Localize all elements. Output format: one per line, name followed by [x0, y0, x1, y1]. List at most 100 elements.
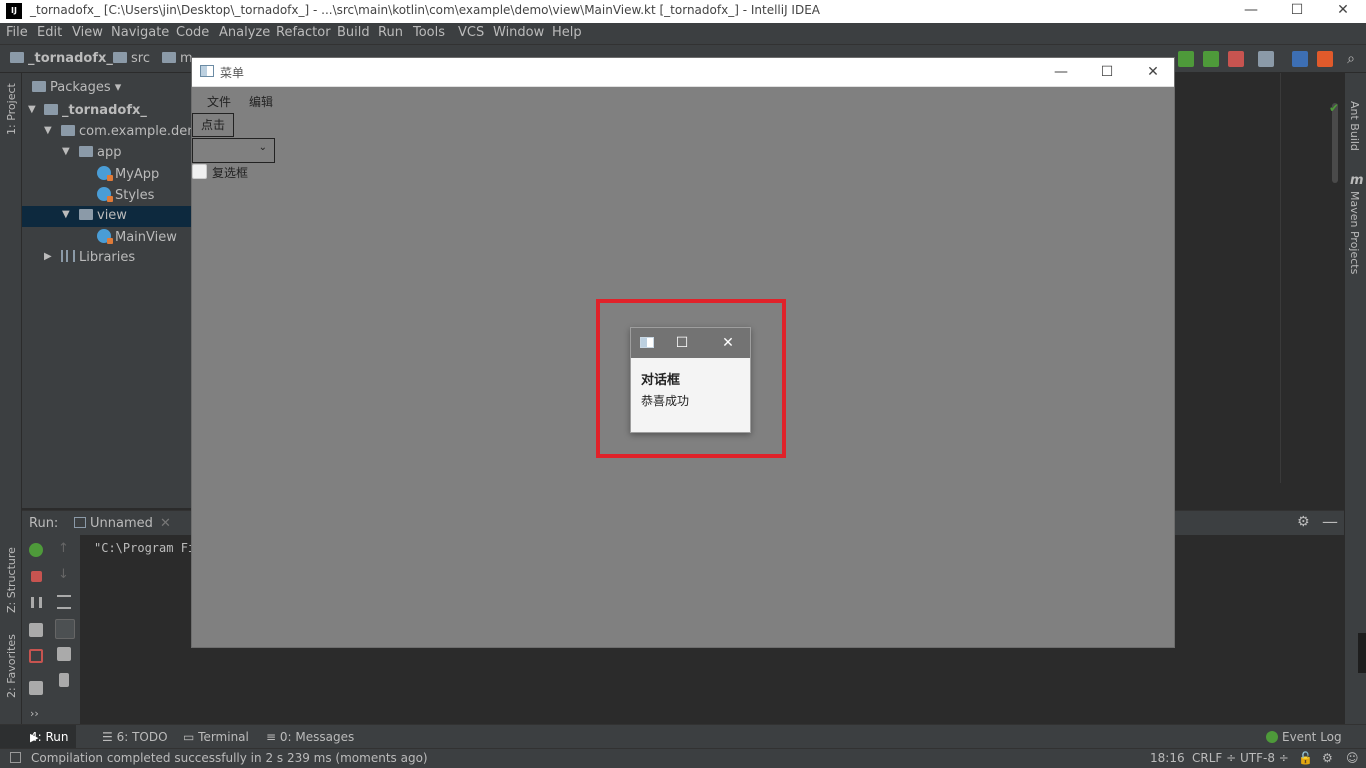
stop-run-icon[interactable]: [31, 571, 42, 582]
inspector-icon[interactable]: ☺: [1346, 751, 1359, 765]
tool-button-terminal[interactable]: ▭ Terminal: [183, 730, 249, 744]
down-arrow-icon[interactable]: ↓: [58, 567, 69, 582]
breadcrumb-main[interactable]: m: [162, 51, 193, 66]
layout-icon[interactable]: [29, 681, 43, 695]
dialog-close-button[interactable]: ✕: [716, 332, 740, 354]
menu-build[interactable]: Build: [337, 25, 370, 40]
status-message[interactable]: Compilation completed successfully in 2 …: [31, 751, 428, 765]
expand-arrow-icon[interactable]: ▼: [62, 146, 70, 157]
app-combo-box[interactable]: ⌄: [192, 138, 275, 163]
tab-favorites[interactable]: 2: Favorites: [5, 634, 18, 698]
dump-threads-icon[interactable]: [29, 623, 43, 637]
run-tab-unnamed[interactable]: Unnamed ✕: [74, 516, 171, 531]
rerun-icon[interactable]: [29, 543, 43, 557]
tree-item-myapp[interactable]: MyApp: [22, 164, 192, 185]
menu-view[interactable]: View: [72, 25, 103, 40]
pause-icon[interactable]: [31, 597, 42, 608]
app-menu-file[interactable]: 文件: [207, 93, 231, 110]
menu-file[interactable]: File: [6, 25, 28, 40]
dialog-maximize-button[interactable]: ☐: [670, 332, 694, 354]
menu-vcs[interactable]: VCS: [458, 25, 484, 40]
tree-item-styles[interactable]: Styles: [22, 185, 192, 206]
project-view-selector[interactable]: Packages ▾: [32, 80, 121, 95]
checkbox-label: 复选框: [212, 166, 249, 180]
tree-item-module[interactable]: ▼ _tornadofx_: [22, 101, 192, 122]
run-config-icon: [74, 517, 86, 528]
tree-item-label: com.example.demo: [79, 124, 208, 139]
tree-item-view[interactable]: ▼ view: [22, 206, 192, 227]
app-menu-edit[interactable]: 编辑: [249, 93, 273, 110]
menu-help[interactable]: Help: [552, 25, 582, 40]
status-toggle-icon[interactable]: [10, 752, 21, 763]
console-output-line: "C:\Program Fi: [94, 541, 196, 555]
tab-project[interactable]: 1: Project: [5, 83, 18, 135]
menu-analyze[interactable]: Analyze: [219, 25, 270, 40]
menu-run[interactable]: Run: [378, 25, 403, 40]
caret-position[interactable]: 18:16: [1150, 751, 1185, 765]
inspection-ok-icon: ✔: [1329, 101, 1340, 115]
ide-close-button[interactable]: ✕: [1320, 0, 1366, 23]
stop-icon[interactable]: [1228, 51, 1244, 67]
tree-item-package[interactable]: ▼ com.example.demo: [22, 122, 208, 143]
menu-tools[interactable]: Tools: [413, 25, 445, 40]
tool-button-messages[interactable]: ≡ 0: Messages: [266, 730, 354, 744]
breadcrumb-label: _tornadofx_: [28, 51, 113, 66]
more-icon[interactable]: ››: [30, 707, 39, 720]
hide-panel-icon[interactable]: —: [1322, 512, 1338, 531]
app-click-button[interactable]: 点击: [192, 113, 234, 137]
checkbox-box[interactable]: [192, 164, 207, 179]
debug-icon[interactable]: [1178, 51, 1194, 67]
breadcrumb-project[interactable]: _tornadofx_: [10, 51, 113, 66]
tree-item-mainview[interactable]: MainView: [22, 227, 192, 248]
close-tab-icon[interactable]: ✕: [160, 516, 171, 531]
editor-scrollbar[interactable]: [1332, 103, 1338, 183]
tool-button-todo[interactable]: ☰ 6: TODO: [102, 730, 168, 744]
up-arrow-icon[interactable]: ↑: [58, 541, 69, 556]
lock-icon[interactable]: 🔓: [1298, 751, 1313, 765]
trash-icon[interactable]: [59, 673, 69, 687]
tool-button-label: Event Log: [1282, 730, 1342, 744]
app-minimize-button[interactable]: —: [1038, 60, 1084, 84]
editor-area[interactable]: ✔: [1176, 73, 1344, 508]
print-icon[interactable]: [57, 647, 71, 661]
file-encoding[interactable]: UTF-8 ÷: [1240, 751, 1289, 765]
app-maximize-button[interactable]: ☐: [1084, 60, 1130, 84]
collapse-arrow-icon[interactable]: ▶: [44, 251, 52, 262]
event-log-icon: [1266, 731, 1278, 743]
menu-navigate[interactable]: Navigate: [111, 25, 169, 40]
expand-arrow-icon[interactable]: ▼: [62, 209, 70, 220]
tab-structure[interactable]: Z: Structure: [5, 547, 18, 613]
tool-button-label: 6: TODO: [116, 730, 168, 744]
breadcrumb-src[interactable]: src: [113, 51, 150, 66]
translate-icon[interactable]: [1292, 51, 1308, 67]
search-icon[interactable]: ⌕: [1343, 51, 1359, 67]
dialog-window-icon: [640, 337, 654, 348]
tool-button-event-log[interactable]: Event Log: [1266, 730, 1342, 744]
menu-code[interactable]: Code: [176, 25, 209, 40]
tree-item-libraries[interactable]: ▶ Libraries: [22, 248, 192, 269]
tab-ant-build[interactable]: Ant Build: [1348, 101, 1361, 151]
menu-window[interactable]: Window: [493, 25, 544, 40]
ide-maximize-button[interactable]: ☐: [1274, 0, 1320, 23]
folder-icon: [162, 52, 176, 63]
office-icon[interactable]: [1317, 51, 1333, 67]
console-scrollbar[interactable]: [1358, 633, 1366, 673]
expand-arrow-icon[interactable]: ▼: [44, 125, 52, 136]
tab-maven-projects[interactable]: Maven Projects: [1348, 191, 1361, 274]
run-coverage-icon[interactable]: [1203, 51, 1219, 67]
settings-gear-icon[interactable]: ⚙: [1297, 514, 1310, 530]
menu-refactor[interactable]: Refactor: [276, 25, 331, 40]
package-folder-icon: [61, 125, 75, 136]
soft-wrap-icon[interactable]: [57, 595, 71, 609]
exit-icon[interactable]: [29, 649, 43, 663]
project-structure-icon[interactable]: [1258, 51, 1274, 67]
menu-edit[interactable]: Edit: [37, 25, 62, 40]
git-icon[interactable]: ⚙: [1322, 751, 1333, 765]
tree-item-app[interactable]: ▼ app: [22, 143, 192, 164]
project-view-label: Packages ▾: [50, 80, 122, 95]
scroll-to-end-icon[interactable]: [55, 619, 75, 639]
expand-arrow-icon[interactable]: ▼: [28, 104, 36, 115]
app-close-button[interactable]: ✕: [1130, 60, 1176, 84]
ide-minimize-button[interactable]: —: [1228, 0, 1274, 23]
line-separator[interactable]: CRLF ÷: [1192, 751, 1236, 765]
